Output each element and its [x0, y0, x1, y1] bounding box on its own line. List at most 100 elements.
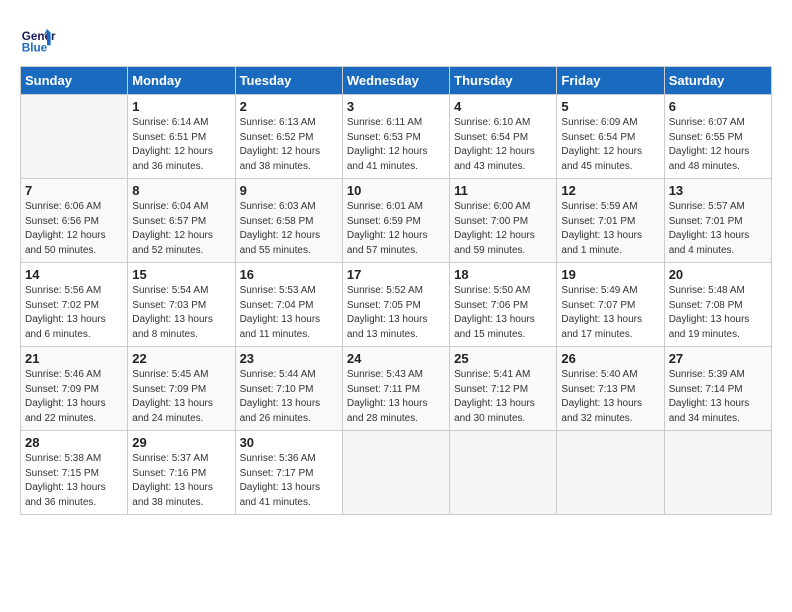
day-cell: 14 Sunrise: 5:56 AM Sunset: 7:02 PM Dayli… — [21, 263, 128, 347]
day-number: 21 — [25, 351, 123, 366]
logo-icon: General Blue — [20, 20, 56, 56]
day-info: Sunrise: 6:10 AM Sunset: 6:54 PM Dayligh… — [454, 116, 552, 174]
page-header: General Blue — [20, 20, 772, 56]
day-cell: 23 Sunrise: 5:44 AM Sunset: 7:10 PM Dayli… — [235, 347, 342, 431]
day-info: Sunrise: 5:48 AM Sunset: 7:08 PM Dayligh… — [669, 284, 767, 342]
week-row-1: 1Sunrise: 6:14 AM Sunset: 6:51 PM Daylig… — [21, 95, 772, 179]
weekday-header-friday: Friday — [557, 67, 664, 95]
day-number: 26 — [561, 351, 659, 366]
day-cell — [450, 431, 557, 515]
weekday-header-wednesday: Wednesday — [342, 67, 449, 95]
calendar-header: SundayMondayTuesdayWednesdayThursdayFrid… — [21, 67, 772, 95]
day-info: Sunrise: 6:11 AM Sunset: 6:53 PM Dayligh… — [347, 116, 445, 174]
day-info: Sunrise: 5:44 AM Sunset: 7:10 PM Dayligh… — [240, 368, 338, 426]
day-cell: 22 Sunrise: 5:45 AM Sunset: 7:09 PM Dayli… — [128, 347, 235, 431]
day-cell: 7Sunrise: 6:06 AM Sunset: 6:56 PM Daylig… — [21, 179, 128, 263]
weekday-header-monday: Monday — [128, 67, 235, 95]
day-info: Sunrise: 5:46 AM Sunset: 7:09 PM Dayligh… — [25, 368, 123, 426]
day-cell: 24 Sunrise: 5:43 AM Sunset: 7:11 PM Dayli… — [342, 347, 449, 431]
day-number: 27 — [669, 351, 767, 366]
day-number: 23 — [240, 351, 338, 366]
day-number: 11 — [454, 183, 552, 198]
day-number: 22 — [132, 351, 230, 366]
day-number: 17 — [347, 267, 445, 282]
day-info: Sunrise: 5:56 AM Sunset: 7:02 PM Dayligh… — [25, 284, 123, 342]
day-cell: 30Sunrise: 5:36 AM Sunset: 7:17 PM Dayli… — [235, 431, 342, 515]
day-info: Sunrise: 5:40 AM Sunset: 7:13 PM Dayligh… — [561, 368, 659, 426]
week-row-3: 14 Sunrise: 5:56 AM Sunset: 7:02 PM Dayli… — [21, 263, 772, 347]
day-number: 12 — [561, 183, 659, 198]
day-number: 10 — [347, 183, 445, 198]
day-info: Sunrise: 5:38 AM Sunset: 7:15 PM Dayligh… — [25, 452, 123, 510]
day-number: 29 — [132, 435, 230, 450]
day-number: 14 — [25, 267, 123, 282]
day-info: Sunrise: 5:53 AM Sunset: 7:04 PM Dayligh… — [240, 284, 338, 342]
week-row-5: 28Sunrise: 5:38 AM Sunset: 7:15 PM Dayli… — [21, 431, 772, 515]
weekday-row: SundayMondayTuesdayWednesdayThursdayFrid… — [21, 67, 772, 95]
day-info: Sunrise: 6:00 AM Sunset: 7:00 PM Dayligh… — [454, 200, 552, 258]
day-info: Sunrise: 5:59 AM Sunset: 7:01 PM Dayligh… — [561, 200, 659, 258]
day-info: Sunrise: 5:49 AM Sunset: 7:07 PM Dayligh… — [561, 284, 659, 342]
day-number: 30 — [240, 435, 338, 450]
day-number: 20 — [669, 267, 767, 282]
day-cell: 27 Sunrise: 5:39 AM Sunset: 7:14 PM Dayli… — [664, 347, 771, 431]
day-info: Sunrise: 5:45 AM Sunset: 7:09 PM Dayligh… — [132, 368, 230, 426]
day-info: Sunrise: 5:43 AM Sunset: 7:11 PM Dayligh… — [347, 368, 445, 426]
logo: General Blue — [20, 20, 60, 56]
day-info: Sunrise: 6:04 AM Sunset: 6:57 PM Dayligh… — [132, 200, 230, 258]
day-cell — [557, 431, 664, 515]
day-number: 8 — [132, 183, 230, 198]
day-cell: 3 Sunrise: 6:11 AM Sunset: 6:53 PM Daylig… — [342, 95, 449, 179]
day-cell: 19 Sunrise: 5:49 AM Sunset: 7:07 PM Dayli… — [557, 263, 664, 347]
calendar-body: 1Sunrise: 6:14 AM Sunset: 6:51 PM Daylig… — [21, 95, 772, 515]
day-cell: 15Sunrise: 5:54 AM Sunset: 7:03 PM Dayli… — [128, 263, 235, 347]
day-cell: 2 Sunrise: 6:13 AM Sunset: 6:52 PM Daylig… — [235, 95, 342, 179]
day-info: Sunrise: 5:57 AM Sunset: 7:01 PM Dayligh… — [669, 200, 767, 258]
calendar-table: SundayMondayTuesdayWednesdayThursdayFrid… — [20, 66, 772, 515]
day-cell — [342, 431, 449, 515]
day-cell: 6 Sunrise: 6:07 AM Sunset: 6:55 PM Daylig… — [664, 95, 771, 179]
day-cell: 20 Sunrise: 5:48 AM Sunset: 7:08 PM Dayli… — [664, 263, 771, 347]
day-number: 18 — [454, 267, 552, 282]
day-info: Sunrise: 6:06 AM Sunset: 6:56 PM Dayligh… — [25, 200, 123, 258]
day-info: Sunrise: 5:50 AM Sunset: 7:06 PM Dayligh… — [454, 284, 552, 342]
day-info: Sunrise: 5:54 AM Sunset: 7:03 PM Dayligh… — [132, 284, 230, 342]
day-cell: 12 Sunrise: 5:59 AM Sunset: 7:01 PM Dayli… — [557, 179, 664, 263]
day-cell: 1Sunrise: 6:14 AM Sunset: 6:51 PM Daylig… — [128, 95, 235, 179]
day-info: Sunrise: 5:41 AM Sunset: 7:12 PM Dayligh… — [454, 368, 552, 426]
day-info: Sunrise: 5:37 AM Sunset: 7:16 PM Dayligh… — [132, 452, 230, 510]
day-cell — [664, 431, 771, 515]
day-cell: 16 Sunrise: 5:53 AM Sunset: 7:04 PM Dayli… — [235, 263, 342, 347]
day-number: 5 — [561, 99, 659, 114]
day-cell: 29 Sunrise: 5:37 AM Sunset: 7:16 PM Dayli… — [128, 431, 235, 515]
day-number: 24 — [347, 351, 445, 366]
day-number: 3 — [347, 99, 445, 114]
day-cell: 28Sunrise: 5:38 AM Sunset: 7:15 PM Dayli… — [21, 431, 128, 515]
day-cell: 11 Sunrise: 6:00 AM Sunset: 7:00 PM Dayli… — [450, 179, 557, 263]
day-info: Sunrise: 6:07 AM Sunset: 6:55 PM Dayligh… — [669, 116, 767, 174]
day-cell: 10Sunrise: 6:01 AM Sunset: 6:59 PM Dayli… — [342, 179, 449, 263]
day-cell: 17 Sunrise: 5:52 AM Sunset: 7:05 PM Dayli… — [342, 263, 449, 347]
day-cell: 9Sunrise: 6:03 AM Sunset: 6:58 PM Daylig… — [235, 179, 342, 263]
day-cell: 8 Sunrise: 6:04 AM Sunset: 6:57 PM Daylig… — [128, 179, 235, 263]
day-cell: 25 Sunrise: 5:41 AM Sunset: 7:12 PM Dayli… — [450, 347, 557, 431]
weekday-header-tuesday: Tuesday — [235, 67, 342, 95]
day-number: 6 — [669, 99, 767, 114]
day-number: 25 — [454, 351, 552, 366]
day-number: 2 — [240, 99, 338, 114]
day-number: 16 — [240, 267, 338, 282]
day-number: 13 — [669, 183, 767, 198]
day-number: 4 — [454, 99, 552, 114]
day-cell: 5Sunrise: 6:09 AM Sunset: 6:54 PM Daylig… — [557, 95, 664, 179]
week-row-4: 21 Sunrise: 5:46 AM Sunset: 7:09 PM Dayli… — [21, 347, 772, 431]
svg-text:Blue: Blue — [22, 42, 48, 55]
day-cell — [21, 95, 128, 179]
day-info: Sunrise: 5:39 AM Sunset: 7:14 PM Dayligh… — [669, 368, 767, 426]
weekday-header-sunday: Sunday — [21, 67, 128, 95]
weekday-header-thursday: Thursday — [450, 67, 557, 95]
day-info: Sunrise: 6:13 AM Sunset: 6:52 PM Dayligh… — [240, 116, 338, 174]
day-info: Sunrise: 5:52 AM Sunset: 7:05 PM Dayligh… — [347, 284, 445, 342]
weekday-header-saturday: Saturday — [664, 67, 771, 95]
day-cell: 18 Sunrise: 5:50 AM Sunset: 7:06 PM Dayli… — [450, 263, 557, 347]
day-number: 19 — [561, 267, 659, 282]
